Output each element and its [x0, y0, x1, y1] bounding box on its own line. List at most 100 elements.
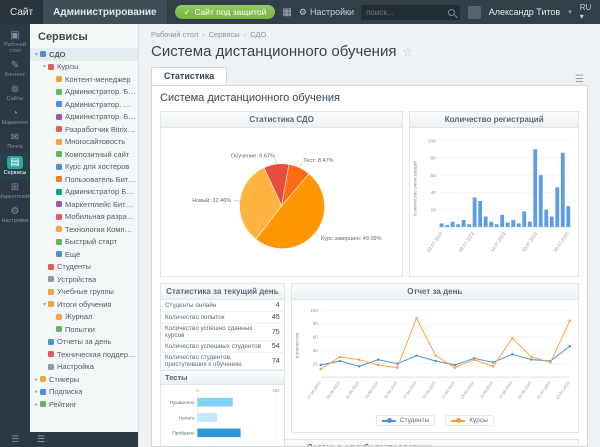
panel-daily-report-title[interactable]: Отчет за день	[292, 284, 578, 300]
tree-item[interactable]: ▾Курсы	[30, 61, 138, 74]
workspace: ▣Рабочий стол✎Контент⊚Сайты◔Маркетинг✉По…	[0, 24, 600, 447]
legend-line-icon	[451, 420, 465, 422]
tree-item[interactable]: Композитный сайт	[30, 148, 138, 161]
user-menu[interactable]: Александр Титов	[489, 7, 560, 17]
settings-button[interactable]: ⚙ Настройки	[299, 7, 354, 18]
tree-item[interactable]: Журнал	[30, 311, 138, 324]
svg-text:27.06.2023: 27.06.2023	[497, 380, 513, 400]
tree-item-label: Мобильная разработка	[65, 212, 136, 221]
tree-item-label: Итоги обучения	[57, 300, 111, 309]
tree-arrow-icon: ▸	[33, 376, 40, 383]
tree-item[interactable]: Технология Композит	[30, 223, 138, 236]
search-icon[interactable]	[448, 9, 455, 16]
breadcrumb-services[interactable]: Сервисы	[209, 30, 240, 39]
rail-item-marketplace[interactable]: ⊞Маркетплейс	[0, 179, 30, 203]
sidebar-title: Сервисы	[30, 24, 138, 48]
rail-item-label: Рабочий стол	[1, 42, 29, 54]
tree-item-label: Ещё	[65, 250, 80, 259]
rail-item-label: Сервисы	[4, 170, 27, 176]
svg-text:Курс завершен: 49.09%: Курс завершен: 49.09%	[321, 236, 382, 242]
rail-item-label: Почта	[7, 144, 22, 150]
stat-label: Количество успешных студентов	[165, 343, 265, 350]
tree-item-label: Маркетплейс Битрикс24	[65, 200, 136, 209]
stat-value: 74	[272, 358, 280, 365]
search-box	[361, 5, 460, 20]
legend-item-students[interactable]: Студенты	[376, 415, 435, 426]
rail-item-content[interactable]: ✎Контент	[0, 57, 30, 81]
rail-item-label: Настройки	[2, 218, 29, 224]
tree-arrow-icon: ▸	[33, 388, 40, 395]
tree-item[interactable]: Администратор. Модули	[30, 98, 138, 111]
tree-item[interactable]: Многосайтовость	[30, 136, 138, 149]
gadget-menu-icon[interactable]: ☰	[571, 74, 588, 85]
search-input[interactable]	[366, 8, 444, 17]
tree-item[interactable]: Администратор. Базовый	[30, 86, 138, 99]
tree-item[interactable]: Отчеты за день	[30, 336, 138, 349]
favorite-star-icon[interactable]: ☆	[402, 45, 413, 59]
tree-item[interactable]: ▾Итоги обучения	[30, 298, 138, 311]
svg-text:Тест: 8.47%: Тест: 8.47%	[303, 158, 333, 164]
tree-node-icon	[56, 214, 62, 220]
rail-item-services[interactable]: ▤Сервисы	[0, 153, 30, 179]
tree-item[interactable]: Администратор Битрикс24	[30, 186, 138, 199]
tree-node-icon	[56, 189, 62, 195]
tree-node-icon	[48, 339, 54, 345]
tree-item[interactable]: Ещё	[30, 248, 138, 261]
tree-item[interactable]: Устройства	[30, 273, 138, 286]
tree-item[interactable]: Попытки	[30, 323, 138, 336]
svg-text:20: 20	[312, 361, 318, 366]
tree-item-label: Администратор. Бизнес	[65, 112, 136, 121]
language-selector[interactable]: RU ▾	[580, 3, 597, 21]
tree-item[interactable]: Администратор. Бизнес	[30, 111, 138, 124]
rail-item-desktop[interactable]: ▣Рабочий стол	[0, 27, 30, 57]
tree-item[interactable]: Контент-менеджер	[30, 73, 138, 86]
legend-label: Студенты	[400, 417, 429, 424]
legend-item-courses[interactable]: Курсы	[445, 415, 494, 426]
breadcrumb-sdo[interactable]: СДО	[250, 30, 266, 39]
tree-node-icon	[40, 401, 46, 407]
svg-text:Пройдено: Пройдено	[172, 430, 194, 437]
site-protected-button[interactable]: ✓ Сайт под защитой	[175, 5, 276, 19]
tree-item[interactable]: Техническая поддержка	[30, 348, 138, 361]
tree-item[interactable]: Студенты	[30, 261, 138, 274]
panel-sdo-statistics-title[interactable]: Статистика СДО	[161, 112, 402, 128]
tree-item[interactable]: ▾СДО	[30, 48, 138, 61]
tree-item[interactable]: Маркетплейс Битрикс24	[30, 198, 138, 211]
topbar-right: Александр Титов ▾ RU ▾ ⊞ ? Помощь	[361, 3, 600, 21]
rail-collapse-icon[interactable]: ☰	[0, 432, 30, 447]
breadcrumb-desktop[interactable]: Рабочий стол	[151, 30, 198, 39]
menu-collapse-icon[interactable]: ☰	[37, 434, 45, 445]
svg-text:29.06.2023: 29.06.2023	[516, 380, 532, 400]
panel-daily-statistics-title[interactable]: Статистика за текущий день	[161, 284, 284, 300]
tree-node-icon	[56, 114, 62, 120]
tree-item[interactable]: Быстрый старт	[30, 236, 138, 249]
tree-node-icon	[56, 326, 62, 332]
tree-item-label: Техническая поддержка	[57, 350, 136, 359]
tree-item[interactable]: Пользователь Битрикс24	[30, 173, 138, 186]
tab-site[interactable]: Сайт	[0, 0, 43, 24]
tree-item[interactable]: ▸Рейтинг	[30, 398, 138, 411]
rail-item-mail[interactable]: ✉Почта	[0, 129, 30, 153]
svg-text:11.06.2023: 11.06.2023	[344, 380, 360, 400]
tree-item[interactable]: Мобильная разработка	[30, 211, 138, 224]
svg-text:21.06.2023: 21.06.2023	[440, 380, 456, 400]
tree-item[interactable]: Учебные группы	[30, 286, 138, 299]
rail-item-sites[interactable]: ⊚Сайты	[0, 81, 30, 105]
tree-node-icon	[56, 239, 62, 245]
tree-item-label: Курс для хостеров	[65, 162, 129, 171]
rail-item-settings[interactable]: ⚙Настройки	[0, 203, 30, 227]
tree-item[interactable]: ▸Подписка	[30, 386, 138, 399]
tree-item[interactable]: ▸Стикеры	[30, 373, 138, 386]
rail-item-marketing[interactable]: ◔Маркетинг	[0, 105, 30, 129]
tree-item[interactable]: Разработчик Bitrix Framework	[30, 123, 138, 136]
tree-item[interactable]: Курс для хостеров	[30, 161, 138, 174]
tab-statistics[interactable]: Статистика	[151, 67, 227, 85]
tab-admin[interactable]: Администрирование	[43, 0, 167, 24]
panel-registrations-title[interactable]: Количество регистраций	[410, 112, 578, 128]
svg-text:02.07.2023: 02.07.2023	[427, 231, 444, 253]
tree-item[interactable]: Настройка	[30, 361, 138, 374]
avatar[interactable]	[468, 6, 480, 19]
svg-text:Количество: Количество	[294, 332, 300, 358]
tree-item-label: Композитный сайт	[65, 150, 129, 159]
toolbar-grid-icon[interactable]: ▦	[282, 7, 291, 18]
